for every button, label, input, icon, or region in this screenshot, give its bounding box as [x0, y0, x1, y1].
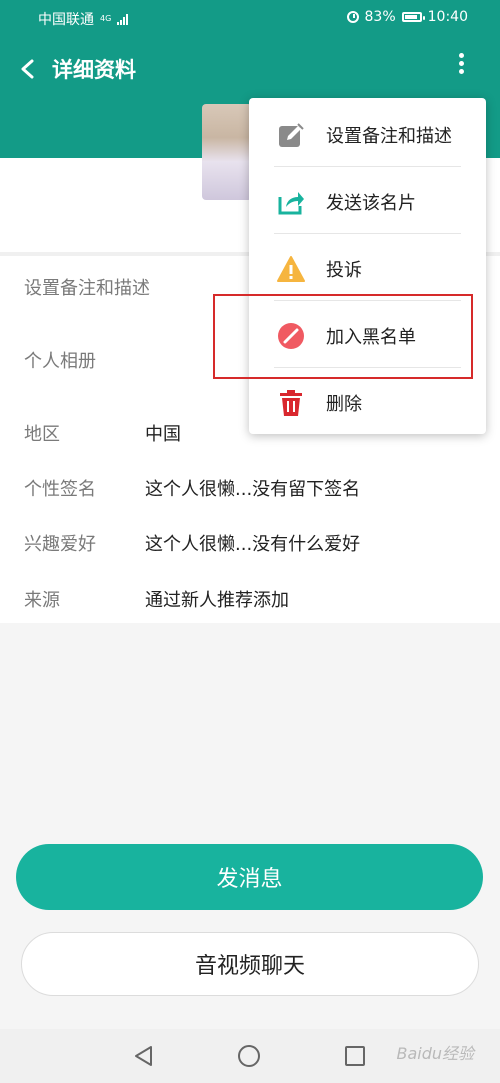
- network-label: 4G: [100, 14, 112, 23]
- avatar[interactable]: [202, 104, 252, 200]
- row-label: 兴趣爱好: [24, 534, 96, 555]
- share-icon: [278, 192, 304, 215]
- status-right: 83% 10:40: [346, 9, 468, 25]
- row-label: 来源: [24, 590, 60, 611]
- menu-item-report[interactable]: 投诉: [249, 234, 486, 300]
- watermark: Baidu经验: [396, 1044, 474, 1063]
- battery-fill: [404, 15, 417, 19]
- send-message-button[interactable]: 发消息: [16, 844, 483, 910]
- av-chat-button[interactable]: 音视频聊天: [21, 932, 479, 996]
- signal-icon: [117, 13, 129, 25]
- row-value: 中国: [145, 424, 181, 445]
- row-label: 个人相册: [24, 351, 96, 372]
- menu-item-label: 发送该名片: [326, 193, 416, 214]
- trash-icon: [280, 390, 302, 416]
- row-value: 这个人很懒...没有留下签名: [145, 479, 361, 500]
- row-label: 个性签名: [24, 479, 96, 500]
- menu-item-label: 投诉: [326, 260, 362, 281]
- row-label: 设置备注和描述: [24, 278, 150, 299]
- back-arrow-icon[interactable]: [18, 58, 40, 80]
- more-options-icon[interactable]: [448, 50, 474, 80]
- status-left: 中国联通 4G: [38, 9, 129, 29]
- row-value: 通过新人推荐添加: [145, 590, 289, 611]
- menu-item-label: 设置备注和描述: [326, 126, 452, 147]
- row-label: 地区: [24, 424, 60, 445]
- status-bar: 中国联通 4G 83% 10:40: [0, 0, 500, 34]
- options-menu: 设置备注和描述 发送该名片 投诉 加入黑名单 删除: [249, 98, 486, 434]
- battery-percent: 83%: [364, 9, 396, 25]
- nav-recent-icon[interactable]: [345, 1046, 365, 1066]
- time-label: 10:40: [427, 9, 468, 25]
- carrier-label: 中国联通: [38, 12, 94, 28]
- alarm-icon: [346, 11, 359, 23]
- highlight-box: [213, 294, 473, 379]
- menu-item-label: 删除: [326, 394, 362, 415]
- menu-item-remark[interactable]: 设置备注和描述: [249, 100, 486, 166]
- edit-icon: [279, 123, 304, 147]
- page-title: 详细资料: [52, 58, 136, 82]
- nav-back-icon[interactable]: [133, 1045, 155, 1067]
- title-bar: 详细资料: [0, 40, 500, 96]
- menu-item-share-card[interactable]: 发送该名片: [249, 167, 486, 233]
- warning-icon: [277, 256, 305, 282]
- battery-icon: [401, 12, 425, 22]
- row-value: 这个人很懒...没有什么爱好: [145, 534, 361, 555]
- nav-home-icon[interactable]: [238, 1045, 260, 1067]
